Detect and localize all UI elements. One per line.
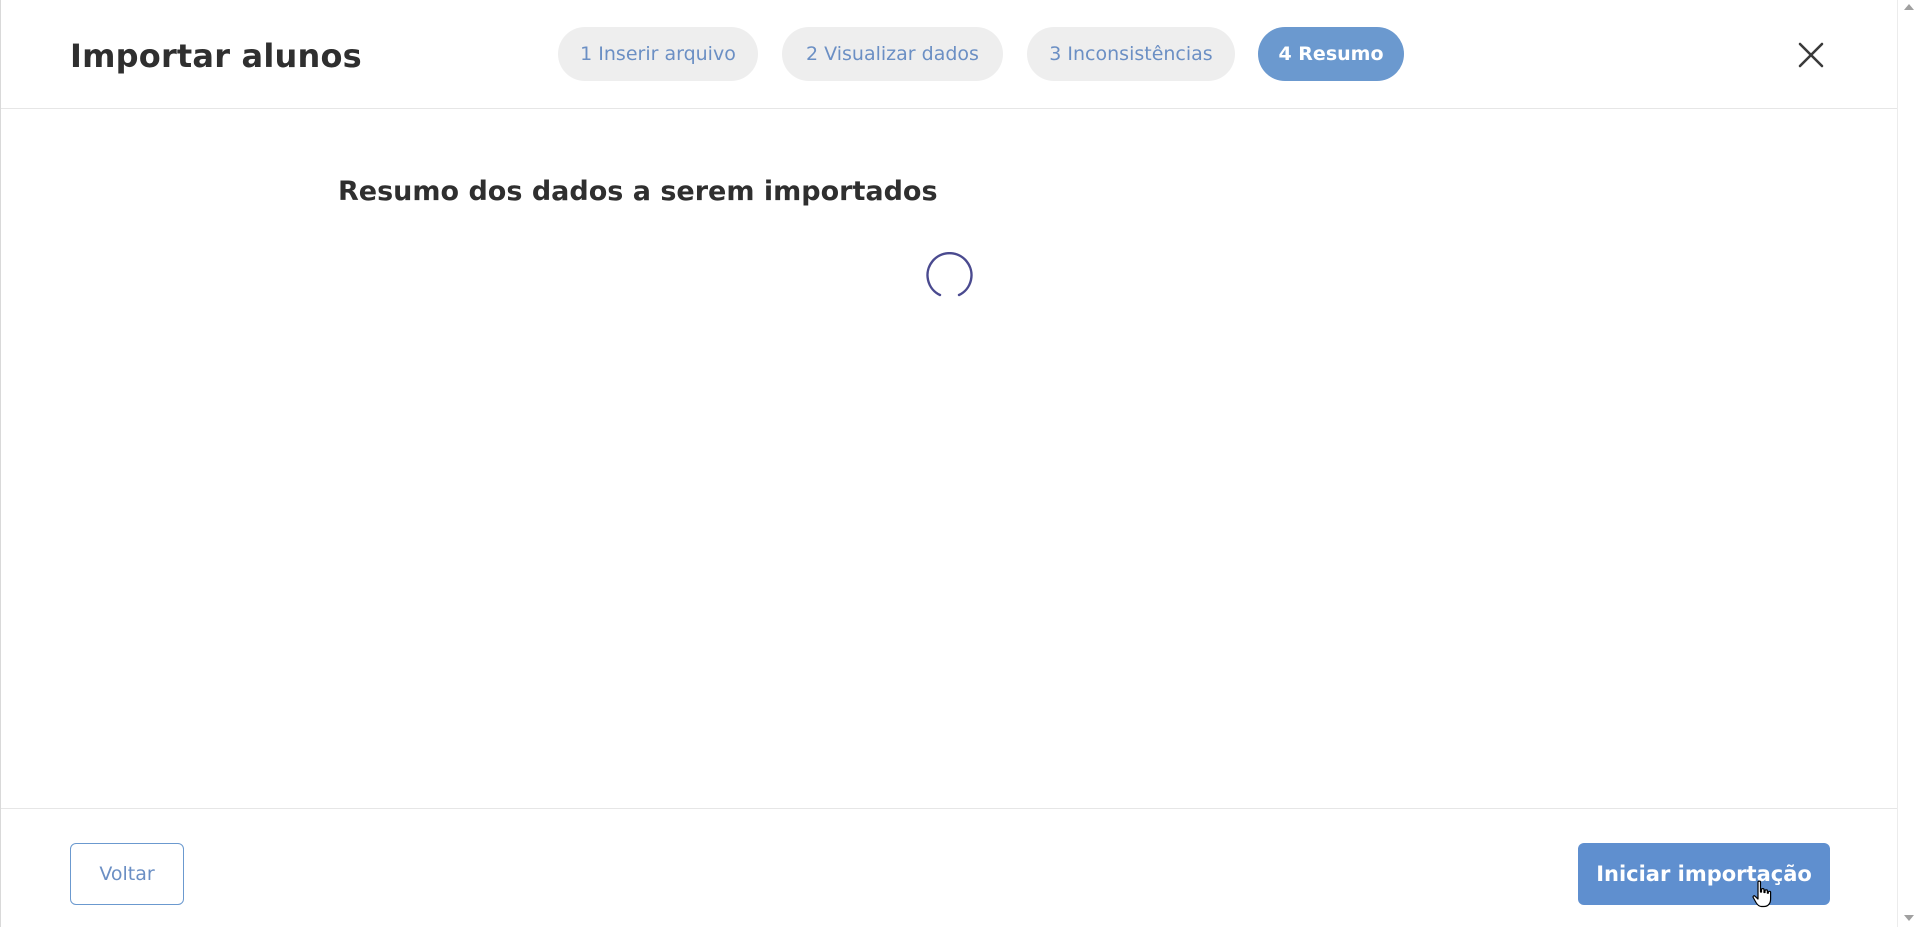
back-button[interactable]: Voltar bbox=[70, 843, 184, 905]
section-title: Resumo dos dados a serem importados bbox=[338, 176, 938, 207]
scroll-down-arrow-icon[interactable] bbox=[1904, 915, 1914, 921]
scroll-up-arrow-icon[interactable] bbox=[1904, 4, 1914, 10]
step-inconsistencies[interactable]: 3 Inconsistências bbox=[1027, 27, 1235, 81]
loading-spinner-icon bbox=[923, 252, 975, 304]
step-view-data[interactable]: 2 Visualizar dados bbox=[782, 27, 1003, 81]
start-import-button-label: Iniciar importação bbox=[1596, 862, 1812, 886]
vertical-scrollbar[interactable] bbox=[1897, 0, 1920, 927]
modal-title: Importar alunos bbox=[70, 37, 362, 75]
modal-footer: Voltar Iniciar importação bbox=[1, 808, 1898, 927]
step-label: 1 Inserir arquivo bbox=[580, 43, 736, 65]
step-label: 2 Visualizar dados bbox=[806, 43, 979, 65]
import-students-modal: Importar alunos 1 Inserir arquivo 2 Visu… bbox=[0, 0, 1898, 927]
modal-header: Importar alunos 1 Inserir arquivo 2 Visu… bbox=[1, 0, 1898, 109]
close-icon bbox=[1798, 42, 1824, 68]
back-button-label: Voltar bbox=[99, 863, 155, 885]
step-insert-file[interactable]: 1 Inserir arquivo bbox=[558, 27, 758, 81]
close-button[interactable] bbox=[1794, 38, 1828, 72]
step-summary[interactable]: 4 Resumo bbox=[1258, 27, 1404, 81]
step-label: 4 Resumo bbox=[1278, 43, 1384, 65]
start-import-button[interactable]: Iniciar importação bbox=[1578, 843, 1830, 905]
step-label: 3 Inconsistências bbox=[1049, 43, 1213, 65]
